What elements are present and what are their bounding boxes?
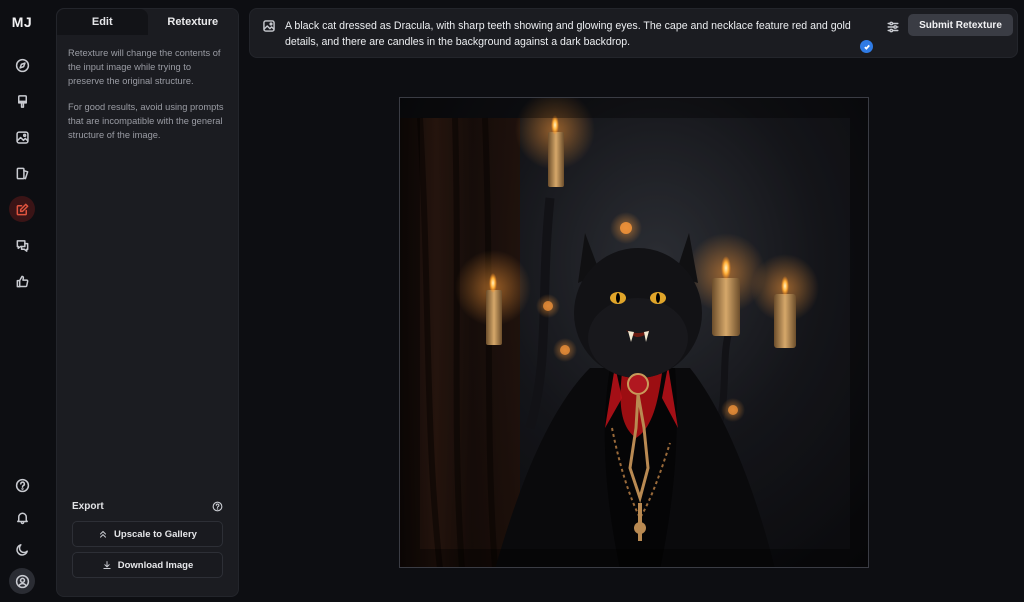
image-prompt-icon[interactable] (262, 19, 276, 33)
gallery-icon (16, 167, 28, 179)
left-nav-rail: MJ (0, 0, 44, 602)
compass-icon (15, 58, 29, 72)
upscale-label: Upscale to Gallery (114, 528, 197, 540)
nav-create-button[interactable] (9, 88, 35, 114)
nav-edit-button[interactable] (9, 196, 35, 222)
chat-icon (16, 239, 28, 252)
upscale-to-gallery-button[interactable]: Upscale to Gallery (72, 521, 223, 547)
bell-icon (16, 512, 28, 524)
download-icon (103, 561, 111, 569)
tab-edit[interactable]: Edit (57, 9, 148, 35)
export-section: Export Upscale to Gallery Download Image (72, 501, 223, 583)
help-icon (15, 478, 29, 492)
retexture-panel: Edit Retexture Retexture will change the… (56, 8, 239, 597)
theme-toggle-button[interactable] (9, 536, 35, 562)
double-chevron-up-icon (100, 531, 107, 538)
edit-icon (16, 203, 28, 215)
thumbs-up-icon (16, 275, 28, 287)
sliders-icon (887, 21, 899, 33)
brush-icon (17, 94, 27, 108)
retexture-tip: For good results, avoid using prompts th… (68, 102, 224, 140)
help-button[interactable] (9, 472, 35, 498)
nav-rate-button[interactable] (9, 268, 35, 294)
download-image-button[interactable]: Download Image (72, 552, 223, 578)
export-help-icon[interactable] (212, 501, 223, 512)
image-icon (15, 130, 29, 144)
download-label: Download Image (117, 559, 194, 571)
nav-chat-button[interactable] (9, 232, 35, 258)
nav-explore-button[interactable] (9, 52, 35, 78)
logo[interactable]: MJ (12, 14, 32, 30)
user-icon (15, 574, 29, 588)
notifications-button[interactable] (9, 504, 35, 530)
prompt-settings-button[interactable] (883, 17, 903, 37)
verified-check-icon (860, 40, 873, 53)
nav-organize-button[interactable] (9, 160, 35, 186)
panel-tabs: Edit Retexture (57, 9, 238, 35)
prompt-bar: A black cat dressed as Dracula, with sha… (249, 8, 1018, 58)
moon-icon (15, 543, 28, 556)
tab-retexture[interactable]: Retexture (147, 9, 238, 35)
image-canvas[interactable] (399, 97, 869, 568)
nav-images-button[interactable] (9, 124, 35, 150)
account-button[interactable] (9, 568, 35, 594)
prompt-input[interactable]: A black cat dressed as Dracula, with sha… (285, 18, 872, 50)
retexture-description: Retexture will change the contents of th… (68, 48, 221, 86)
export-title: Export (72, 501, 104, 512)
panel-description: Retexture will change the contents of th… (57, 35, 238, 142)
nav-top (9, 52, 35, 294)
nav-bottom (9, 472, 35, 594)
retexture-image (400, 98, 868, 567)
submit-retexture-button[interactable]: Submit Retexture (908, 14, 1013, 36)
